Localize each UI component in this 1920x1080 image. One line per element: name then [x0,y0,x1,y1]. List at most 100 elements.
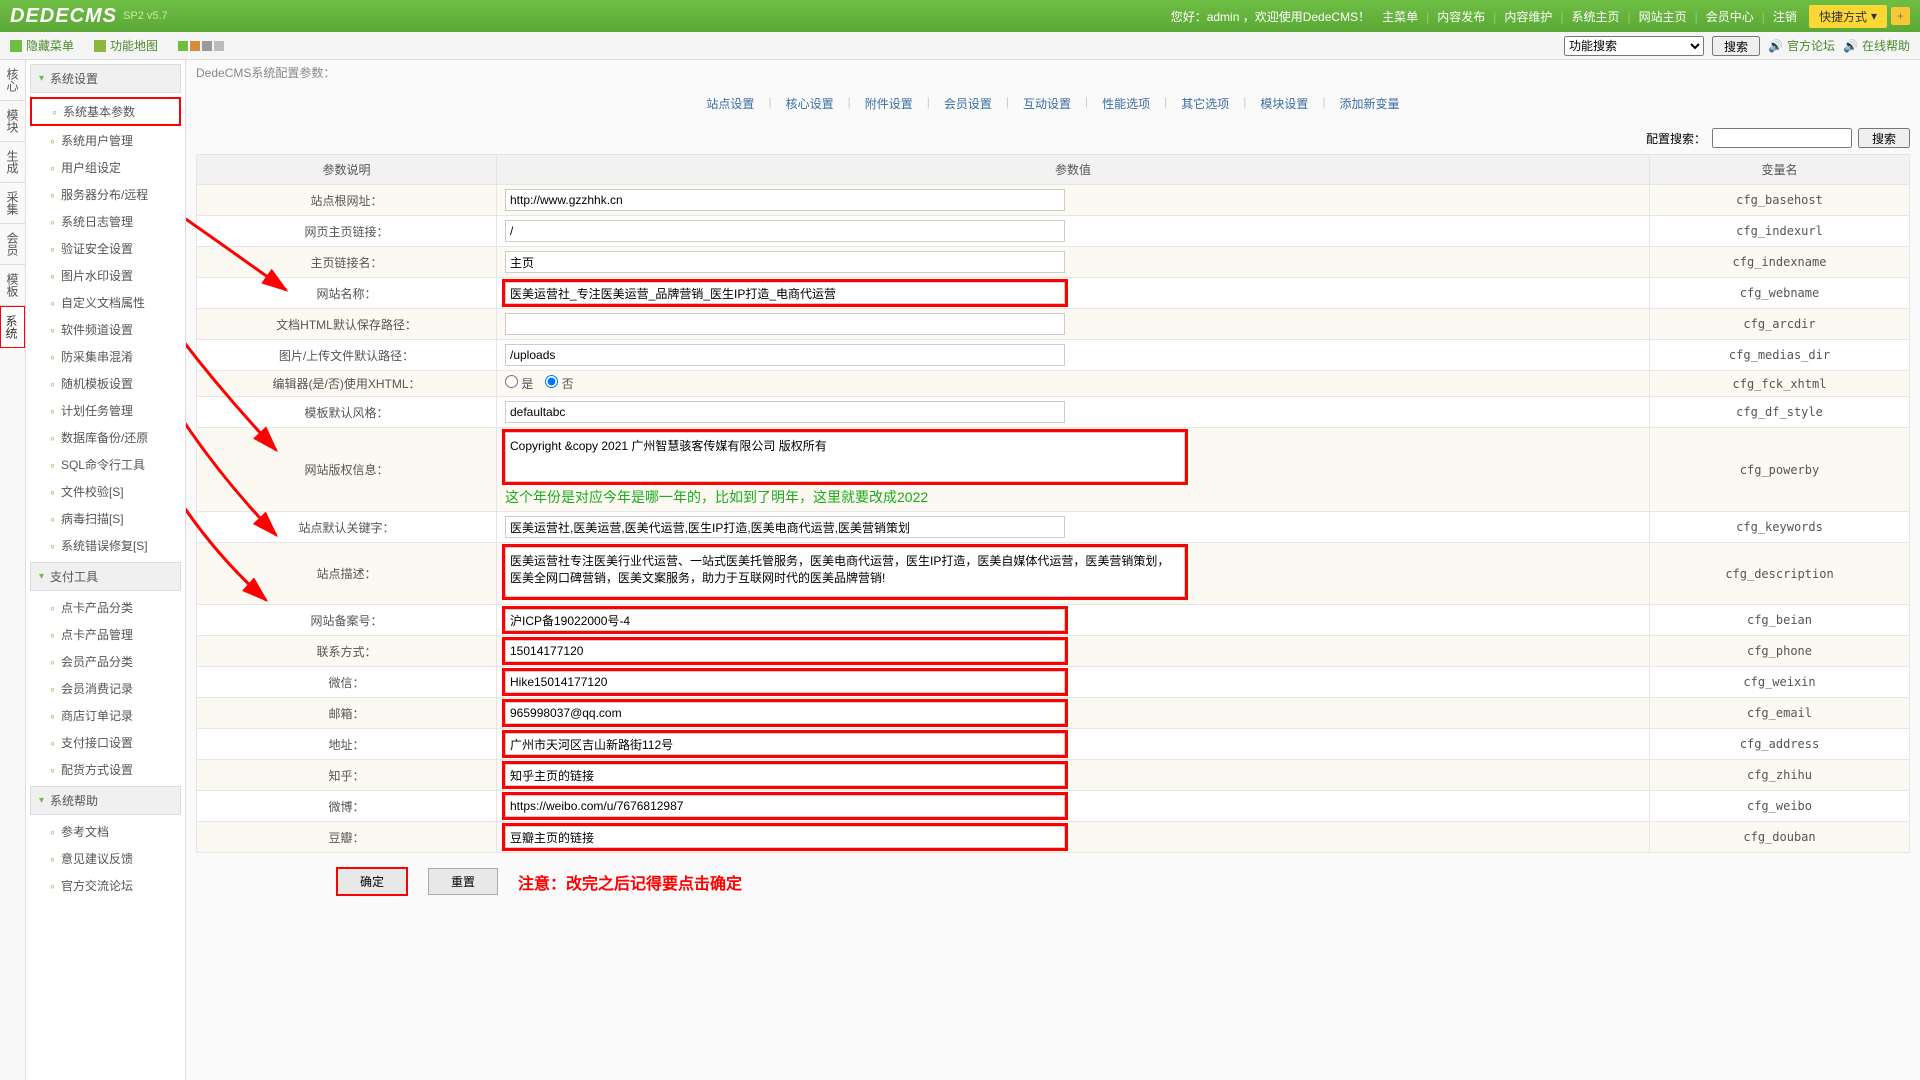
config-tab[interactable]: 模块设置 [1256,95,1312,112]
topnav-link[interactable]: 主菜单 [1374,10,1426,24]
function-search-button[interactable]: 搜索 [1712,36,1760,56]
config-tab[interactable]: 附件设置 [861,95,917,112]
param-name: 微博： [197,791,497,822]
vtab-会员[interactable]: 会员 [0,224,25,265]
param-value [497,698,1650,729]
param-input[interactable] [505,764,1065,786]
config-tab[interactable]: 其它选项 [1177,95,1233,112]
sidebar-item[interactable]: 系统用户管理 [30,128,181,153]
sidebar-item[interactable]: 防采集串混淆 [30,344,181,369]
param-input[interactable] [505,671,1065,693]
topnav-link[interactable]: 网站主页 [1631,10,1695,24]
sidebar-item[interactable]: 会员产品分类 [30,649,181,674]
param-row: 知乎：cfg_zhihu [197,760,1910,791]
sidebar-group[interactable]: 系统设置 [30,64,181,93]
param-input[interactable] [505,795,1065,817]
function-search-select[interactable]: 功能搜索 [1564,36,1704,56]
sidebar-item[interactable]: 系统基本参数 [30,97,181,126]
sitemap-button[interactable]: 功能地图 [94,37,158,54]
sidebar-item[interactable]: 官方交流论坛 [30,873,181,898]
param-var: cfg_webname [1650,278,1910,309]
sidebar-item[interactable]: 系统错误修复[S] [30,533,181,558]
param-textarea[interactable] [505,547,1185,597]
param-input[interactable] [505,401,1065,423]
sidebar-item[interactable]: 点卡产品管理 [30,622,181,647]
param-name: 图片/上传文件默认路径： [197,340,497,371]
param-input[interactable] [505,189,1065,211]
config-tab[interactable]: 互动设置 [1019,95,1075,112]
sidebar-item[interactable]: 会员消费记录 [30,676,181,701]
topnav-link[interactable]: 系统主页 [1564,10,1628,24]
config-tab[interactable]: 添加新变量 [1336,95,1404,112]
config-tab[interactable]: 站点设置 [702,95,758,112]
config-tab[interactable]: 会员设置 [940,95,996,112]
param-var: cfg_weibo [1650,791,1910,822]
sidebar-group[interactable]: 支付工具 [30,562,181,591]
sidebar-item[interactable]: 支付接口设置 [30,730,181,755]
param-input[interactable] [505,282,1065,304]
sidebar-item[interactable]: 病毒扫描[S] [30,506,181,531]
topnav-link[interactable]: 注销 [1765,10,1805,24]
param-var: cfg_arcdir [1650,309,1910,340]
config-tab[interactable]: 性能选项 [1098,95,1154,112]
vtab-模块[interactable]: 模块 [0,101,25,142]
sidebar-item[interactable]: 系统日志管理 [30,209,181,234]
sidebar-item[interactable]: 参考文档 [30,819,181,844]
param-input[interactable] [505,609,1065,631]
quick-access-button[interactable]: 快捷方式 ▾ [1809,5,1887,28]
config-search-input[interactable] [1712,128,1852,148]
vtab-模板[interactable]: 模板 [0,265,25,306]
reset-button[interactable]: 重置 [428,868,498,895]
theme-color-picker[interactable] [178,41,224,51]
topnav-link[interactable]: 内容维护 [1496,10,1560,24]
param-input[interactable] [505,313,1065,335]
quick-add-button[interactable]: + [1891,7,1910,25]
sidebar-item[interactable]: 图片水印设置 [30,263,181,288]
sidebar-item[interactable]: 自定义文档属性 [30,290,181,315]
param-var: cfg_medias_dir [1650,340,1910,371]
vtab-系统[interactable]: 系统 [0,306,25,348]
topnav-link[interactable]: 内容发布 [1429,10,1493,24]
sidebar-item[interactable]: 商店订单记录 [30,703,181,728]
topnav-link[interactable]: 会员中心 [1698,10,1762,24]
help-link[interactable]: 🔊在线帮助 [1843,37,1910,54]
param-input[interactable] [505,516,1065,538]
sidebar-item[interactable]: 随机模板设置 [30,371,181,396]
sidebar-item[interactable]: 文件校验[S] [30,479,181,504]
hide-menu-button[interactable]: 隐藏菜单 [10,37,74,54]
vtab-生成[interactable]: 生成 [0,142,25,183]
param-row: 网站名称：cfg_webname [197,278,1910,309]
sidebar-group[interactable]: 系统帮助 [30,786,181,815]
param-input[interactable] [505,640,1065,662]
sidebar-item[interactable]: 计划任务管理 [30,398,181,423]
sidebar-item[interactable]: 用户组设定 [30,155,181,180]
sidebar-item[interactable]: 配货方式设置 [30,757,181,782]
submit-button[interactable]: 确定 [336,867,408,896]
sidebar-item[interactable]: 服务器分布/远程 [30,182,181,207]
sidebar-item[interactable]: 验证安全设置 [30,236,181,261]
forum-link[interactable]: 🔊官方论坛 [1768,37,1835,54]
param-input[interactable] [505,344,1065,366]
vtab-核心[interactable]: 核心 [0,60,25,101]
param-input[interactable] [505,733,1065,755]
param-textarea[interactable] [505,432,1185,482]
param-input[interactable] [505,702,1065,724]
sidebar-item[interactable]: 点卡产品分类 [30,595,181,620]
config-tab[interactable]: 核心设置 [782,95,838,112]
param-radio[interactable] [545,375,558,388]
param-radio[interactable] [505,375,518,388]
param-var: cfg_keywords [1650,512,1910,543]
config-search-button[interactable]: 搜索 [1858,128,1910,148]
sidebar-item[interactable]: 意见建议反馈 [30,846,181,871]
param-input[interactable] [505,251,1065,273]
param-input[interactable] [505,826,1065,848]
vtab-采集[interactable]: 采集 [0,183,25,224]
sidebar-item[interactable]: 软件频道设置 [30,317,181,342]
param-table: 参数说明 参数值 变量名 站点根网址：cfg_basehost网页主页链接：cf… [196,154,1910,853]
param-input[interactable] [505,220,1065,242]
param-row: 地址：cfg_address [197,729,1910,760]
sidebar-item[interactable]: 数据库备份/还原 [30,425,181,450]
param-var: cfg_address [1650,729,1910,760]
sidebar-item[interactable]: SQL命令行工具 [30,452,181,477]
param-var: cfg_basehost [1650,185,1910,216]
